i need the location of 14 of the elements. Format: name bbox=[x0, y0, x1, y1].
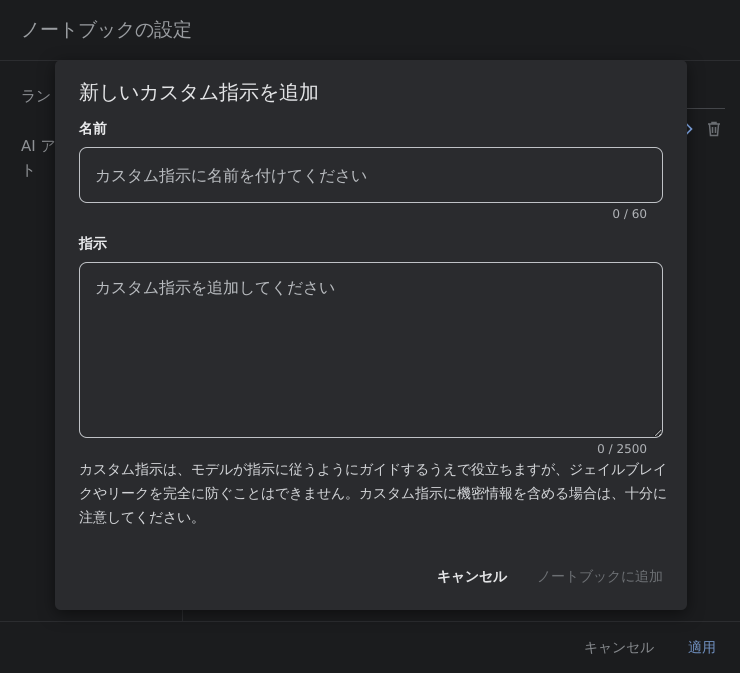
cancel-button[interactable]: キャンセル bbox=[427, 562, 517, 592]
name-input-field[interactable]: カスタム指示に名前を付けてください bbox=[79, 147, 663, 203]
apply-button[interactable]: 適用 bbox=[678, 632, 726, 662]
field-label: 指示 bbox=[79, 235, 108, 253]
note-text: カスタム指示は、モデルが指示に従うようにガイドするうえで役立ちますが、ジェイルブレイクやリークを完全に防ぐことはできません。カスタム指示に機密情報を含める場合は、十分に注意してください。 bbox=[79, 461, 668, 528]
cancel-button[interactable]: キャンセル bbox=[574, 632, 664, 662]
instruction-text-area[interactable]: カスタム指示を追加してください bbox=[79, 262, 663, 438]
character-counter: 0 / 2500 bbox=[597, 442, 647, 456]
page-title: ノートブックの設定 bbox=[21, 18, 192, 43]
character-counter: 0 / 60 bbox=[612, 207, 647, 221]
trash-icon[interactable] bbox=[707, 121, 721, 137]
field-label: 名前 bbox=[79, 120, 108, 138]
dialog-title: 新しいカスタム指示を追加 bbox=[79, 79, 320, 106]
chevron-right-icon[interactable] bbox=[685, 123, 693, 135]
